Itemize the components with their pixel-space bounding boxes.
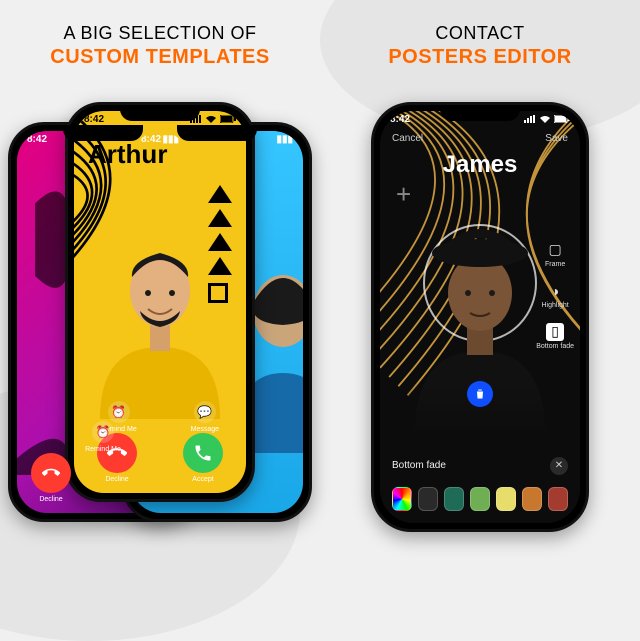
add-icon[interactable]: + [396,179,411,210]
color-swatches [380,487,580,511]
poster-name[interactable]: James [443,151,518,179]
tool-bottom-fade[interactable]: ▯ Bottom fade [536,323,574,350]
phone-notch [177,125,257,141]
panel-editor: CONTACT POSTERS EDITOR [320,0,640,561]
phone-notch [63,125,143,141]
remind-label: Remind Me [85,446,121,453]
remind-button[interactable]: ⏰ [108,401,130,423]
message-label: Message [191,426,219,433]
decline-label: Decline [39,496,62,503]
status-icons: ▮▮▮ [276,134,293,145]
delete-button[interactable] [467,381,493,407]
status-time: 8:42 [390,114,410,125]
frame-icon: ▢ [546,241,564,259]
swatch-color[interactable] [496,487,516,511]
headline-line1: A BIG SELECTION OF [0,22,320,45]
swatch-rainbow[interactable] [392,487,412,511]
phone-notch [120,105,200,121]
bottom-fade-icon: ▯ [546,323,564,341]
bottom-fade-label: Bottom fade [536,343,574,350]
tool-frame[interactable]: ▢ Frame [536,241,574,268]
swatch-color[interactable] [444,487,464,511]
effect-bar: Bottom fade ✕ [380,457,580,475]
headline-line2: POSTERS EDITOR [320,45,640,70]
remind-icon[interactable]: ⏰ [92,421,114,443]
highlight-icon: ◑ [546,282,564,300]
tool-highlight[interactable]: ◑ Highlight [536,282,574,309]
wifi-icon [539,115,551,123]
status-icons [524,114,570,125]
headline-templates: A BIG SELECTION OF CUSTOM TEMPLATES [0,22,320,70]
signal-icon [524,115,536,123]
phone-stage-right: 8:42 Cancel Save James + [320,92,640,532]
save-button[interactable]: Save [545,133,568,144]
headline-line1: CONTACT [320,22,640,45]
swatch-color[interactable] [522,487,542,511]
status-time: 8:42 [27,134,47,145]
decline-button[interactable] [31,453,71,493]
panel-templates: A BIG SELECTION OF CUSTOM TEMPLATES 8:42… [0,0,320,561]
close-effect-button[interactable]: ✕ [550,457,568,475]
accept-button[interactable] [183,433,223,473]
highlight-label: Highlight [542,302,569,309]
swatch-color[interactable] [470,487,490,511]
swatch-color[interactable] [418,487,438,511]
phone-editor: 8:42 Cancel Save James + [371,102,589,532]
decorative-triangles [208,185,232,303]
status-time: 8:42 [141,134,161,145]
battery-icon [554,115,570,123]
cancel-button[interactable]: Cancel [392,133,423,144]
swatch-color[interactable] [548,487,568,511]
status-time: 8:42 [84,114,104,125]
editor-tools: ▢ Frame ◑ Highlight ▯ Bottom fade [536,241,574,350]
accept-label: Accept [192,476,213,483]
phone-notch [440,105,520,121]
headline-editor: CONTACT POSTERS EDITOR [320,22,640,70]
effect-label: Bottom fade [392,460,446,471]
phone-stage-left: 8:42 ▮▮▮ ⏰ Remind Me Decline [0,92,320,532]
wifi-icon [205,115,217,123]
message-button[interactable]: 💬 [194,401,216,423]
frame-label: Frame [545,261,565,268]
headline-line2: CUSTOM TEMPLATES [0,45,320,70]
battery-icon [220,115,236,123]
